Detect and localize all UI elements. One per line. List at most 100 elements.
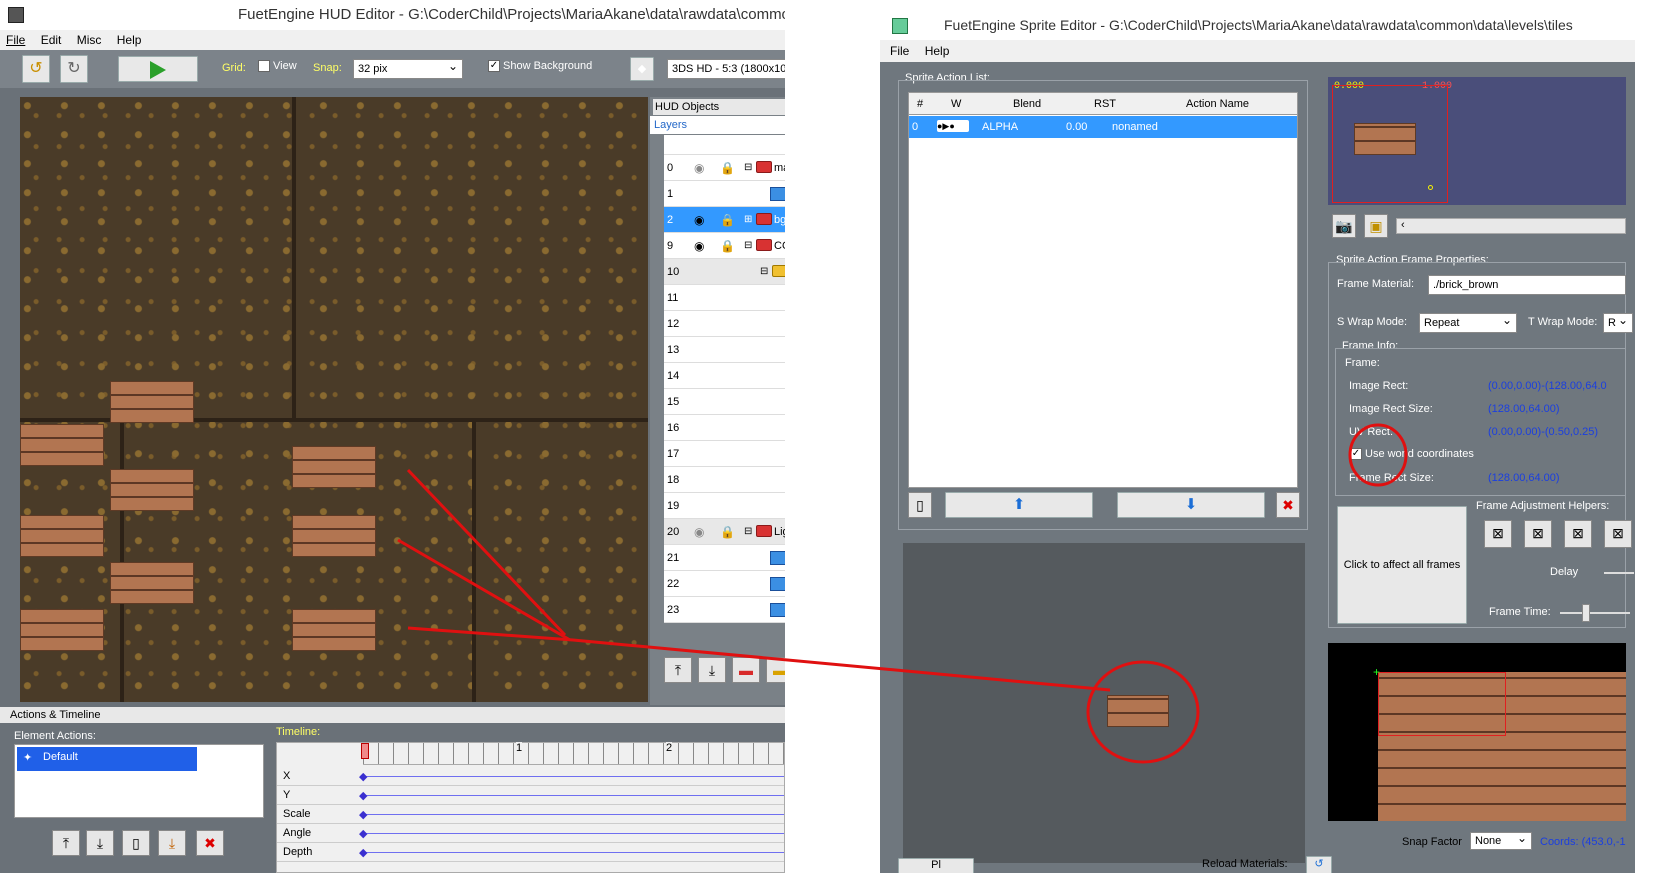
use-world-checkbox[interactable]: ✓	[1350, 448, 1362, 461]
resolution-select[interactable]: 3DS HD - 5:3 (1800x1080)	[667, 59, 785, 79]
brick-tile[interactable]	[20, 609, 104, 651]
frame-time-thumb[interactable]	[1582, 604, 1590, 622]
expand-toggle-icon[interactable]: ⊟	[760, 259, 768, 285]
grid-view-toggle[interactable]: View	[258, 60, 297, 73]
lock-icon[interactable]: 🔒	[720, 233, 735, 259]
col-num[interactable]: #	[917, 98, 923, 110]
layer-row[interactable]: 15ic_	[664, 389, 785, 415]
keyframe-diamond-icon[interactable]: ◆	[359, 827, 367, 840]
keyframe-diamond-icon[interactable]: ◆	[359, 770, 367, 783]
timeline-track[interactable]: Depth ◆	[277, 843, 784, 862]
action-new-button[interactable]: ▯	[122, 830, 150, 856]
timeline-cursor[interactable]	[361, 743, 369, 759]
adjust-helper-4[interactable]: ⊠	[1604, 520, 1632, 548]
uv-preview[interactable]: 0.000 1.000	[1328, 77, 1626, 205]
show-background-toggle[interactable]: ✓ Show Background	[488, 60, 592, 73]
preview-scrollbar[interactable]: ‹	[1396, 218, 1626, 234]
move-bottom-button[interactable]: ⤓	[698, 657, 726, 683]
action-move-top-button[interactable]: ⤒	[52, 830, 80, 856]
adjust-helper-3[interactable]: ⊠	[1564, 520, 1592, 548]
redo-button[interactable]: ↻	[60, 55, 88, 83]
timeline-track[interactable]: Scale ◆	[277, 805, 784, 824]
action-delete-button[interactable]: ✖	[196, 830, 224, 856]
new-action-button[interactable]: ▯	[908, 492, 932, 518]
camera-button[interactable]: 📷	[1332, 214, 1356, 238]
visibility-eye-icon[interactable]: ◉	[694, 207, 704, 233]
frame-time-slider[interactable]	[1560, 604, 1630, 622]
layer-row[interactable]: 9 ◉ 🔒 ⊟ COL	[664, 233, 785, 259]
move-up-button[interactable]: ⬆	[945, 492, 1093, 518]
layer-row[interactable]: 0 ◉ 🔒 ⊟ markers1	[664, 155, 785, 181]
expand-toggle-icon[interactable]: ⊟	[744, 155, 752, 181]
s-wrap-select[interactable]: Repeat	[1419, 313, 1517, 333]
layer-row[interactable]: 20 ◉ 🔒 ⊟ Lights	[664, 519, 785, 545]
menu-file[interactable]: File	[6, 33, 25, 47]
undo-button[interactable]: ↺	[22, 55, 50, 83]
layers-tab[interactable]: Layers	[654, 119, 687, 131]
reload-materials-button[interactable]: ↺	[1306, 856, 1332, 873]
menu-edit[interactable]: Edit	[41, 33, 62, 47]
visibility-eye-icon[interactable]: ◉	[694, 155, 704, 181]
hud-canvas[interactable]	[20, 97, 648, 702]
brick-tile[interactable]	[20, 515, 104, 557]
col-action-name[interactable]: Action Name	[1186, 98, 1249, 110]
layer-row[interactable]: 22Copy	[664, 571, 785, 597]
menu-help[interactable]: Help	[117, 33, 142, 47]
brick-tile[interactable]	[110, 469, 194, 511]
brick-tile[interactable]	[292, 446, 376, 488]
grid-view-checkbox[interactable]	[258, 60, 270, 73]
col-w[interactable]: W	[951, 98, 961, 110]
delay-slider[interactable]	[1604, 572, 1634, 574]
action-default[interactable]: ✦ Default	[17, 747, 197, 771]
lock-icon[interactable]: 🔒	[720, 207, 735, 233]
layer-row[interactable]: 21ic_On	[664, 545, 785, 571]
layer-row[interactable]: 13ic_	[664, 337, 785, 363]
keyframe-diamond-icon[interactable]: ◆	[359, 789, 367, 802]
expand-toggle-icon[interactable]: ⊞	[744, 207, 752, 233]
layer-row[interactable]: 10g_CO⊟	[664, 259, 785, 285]
snap-select[interactable]: 32 pix	[353, 59, 463, 79]
layer-row[interactable]: 17ic_	[664, 441, 785, 467]
layer-row[interactable]: 14ic_	[664, 363, 785, 389]
brick-tile[interactable]	[110, 381, 194, 423]
keyframe-diamond-icon[interactable]: ◆	[359, 846, 367, 859]
t-wrap-select[interactable]: R	[1603, 313, 1633, 333]
sprite-menu-help[interactable]: Help	[925, 44, 950, 58]
paste-button[interactable]: ▣	[1364, 214, 1388, 238]
lock-icon[interactable]: 🔒	[720, 519, 735, 545]
move-top-button[interactable]: ⤒	[664, 657, 692, 683]
sprite-menu-file[interactable]: File	[890, 44, 909, 58]
delete-action-button[interactable]: ✖	[1276, 492, 1300, 518]
layer-row[interactable]: 23rt_On	[664, 597, 785, 623]
col-blend[interactable]: Blend	[1013, 98, 1041, 110]
keyframe-diamond-icon[interactable]: ◆	[359, 808, 367, 821]
action-row[interactable]: 0 ●▶● ALPHA 0.00 nonamed	[909, 116, 1297, 138]
visibility-eye-icon[interactable]: ◉	[694, 233, 704, 259]
action-move-bottom-button[interactable]: ⤓	[86, 830, 114, 856]
timeline-track[interactable]: Angle ◆	[277, 824, 784, 843]
material-preview[interactable]: +	[1328, 643, 1626, 821]
brick-tile[interactable]	[292, 609, 376, 651]
menu-misc[interactable]: Misc	[77, 33, 102, 47]
brick-tile[interactable]	[292, 515, 376, 557]
use-world-toggle[interactable]: ✓ Use world coordinates	[1350, 448, 1474, 461]
expand-toggle-icon[interactable]: ⊟	[744, 519, 752, 545]
new-group-button[interactable]: ▬	[766, 657, 785, 683]
affect-all-button[interactable]: Click to affect all frames	[1337, 506, 1467, 624]
bg-color-button[interactable]: ◆	[630, 57, 654, 81]
new-folder-button[interactable]: ▬	[732, 657, 760, 683]
timeline-track[interactable]: X ◆	[277, 767, 784, 786]
frame-material-field[interactable]: ./brick_brown	[1428, 275, 1626, 295]
col-rst[interactable]: RST	[1094, 98, 1116, 110]
show-background-checkbox[interactable]: ✓	[488, 60, 500, 73]
brick-tile[interactable]	[110, 562, 194, 604]
brick-tile[interactable]	[20, 424, 104, 466]
sprite-preview[interactable]	[903, 543, 1305, 863]
layer-row[interactable]: 11ic_	[664, 285, 785, 311]
visibility-eye-icon[interactable]: ◉	[694, 519, 704, 545]
timeline-track[interactable]: Y ◆	[277, 786, 784, 805]
play-button[interactable]	[118, 56, 198, 82]
move-down-button[interactable]: ⬇	[1117, 492, 1265, 518]
layer-row[interactable]: 19ic_	[664, 493, 785, 519]
layer-row[interactable]: 12ic_	[664, 311, 785, 337]
